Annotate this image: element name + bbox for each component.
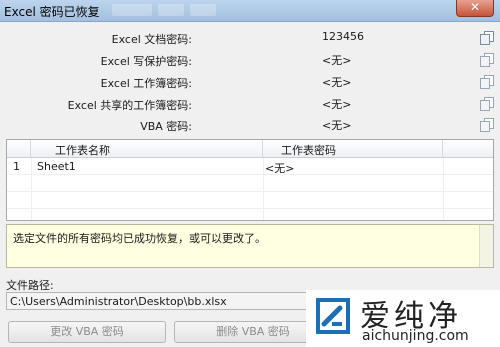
file-path-label: 文件路径:: [6, 279, 54, 292]
aichunjing-logo-icon: [310, 294, 354, 338]
column-header-sheet-password[interactable]: 工作表密码: [263, 140, 443, 158]
column-header-label: 工作表密码: [281, 144, 336, 157]
status-scrollbar: [479, 225, 493, 267]
copy-icon[interactable]: [480, 75, 494, 89]
window-title: Excel 密码已恢复: [4, 5, 100, 19]
pw-value: <无>: [322, 119, 352, 132]
table-row[interactable]: 1 Sheet1 <无>: [7, 159, 493, 175]
watermark-url: aichunjing.com: [362, 328, 469, 344]
close-button[interactable]: ✕: [456, 0, 494, 17]
sheet-name-cell: Sheet1: [37, 160, 76, 173]
background-tab-ghost: [158, 4, 184, 16]
table-row-empty: [7, 193, 493, 209]
copy-icon[interactable]: [480, 31, 494, 45]
title-bar: Excel 密码已恢复 ✕: [0, 0, 500, 22]
pw-label: Excel 共享的工作簿密码:: [67, 99, 192, 112]
row-number: 1: [13, 160, 20, 173]
pw-value: 123456: [322, 30, 364, 43]
status-message-box: 选定文件的所有密码均已成功恢复，或可以更改了。: [6, 224, 494, 268]
file-path-value: C:\Users\Administrator\Desktop\bb.xlsx: [10, 295, 227, 308]
sheet-password-cell: <无>: [265, 162, 295, 175]
pw-value: <无>: [322, 98, 352, 111]
column-header-sheet-name[interactable]: 工作表名称: [31, 140, 263, 158]
copy-icon[interactable]: [480, 97, 494, 111]
pw-value: <无>: [322, 76, 352, 89]
copy-icon[interactable]: [480, 53, 494, 67]
background-tab-ghost: [190, 4, 216, 16]
copy-icon[interactable]: [480, 118, 494, 132]
table-header-corner: [7, 140, 31, 158]
pw-value: <无>: [322, 54, 352, 67]
pw-row-workbook: Excel 工作簿密码: <无>: [0, 72, 500, 92]
table-row-empty: [7, 176, 493, 192]
column-header-label: 工作表名称: [55, 144, 110, 157]
pw-row-document: Excel 文档密码: 123456: [0, 28, 500, 48]
change-vba-password-button[interactable]: 更改 VBA 密码: [8, 321, 166, 343]
worksheet-table: 工作表名称 工作表密码 1 Sheet1 <无>: [6, 139, 494, 221]
pw-row-vba: VBA 密码: <无>: [0, 115, 500, 135]
pw-label: Excel 工作簿密码:: [100, 77, 192, 90]
background-tab-ghost: [112, 4, 152, 16]
pw-label: Excel 文档密码:: [111, 33, 192, 46]
table-header: 工作表名称 工作表密码: [7, 140, 493, 158]
status-message: 选定文件的所有密码均已成功恢复，或可以更改了。: [13, 232, 266, 245]
watermark: 爱纯净 aichunjing.com: [306, 290, 500, 347]
pw-label: VBA 密码:: [140, 120, 192, 133]
pw-row-shared-workbook: Excel 共享的工作簿密码: <无>: [0, 94, 500, 114]
pw-row-write-protect: Excel 写保护密码: <无>: [0, 50, 500, 70]
pw-label: Excel 写保护密码:: [100, 55, 192, 68]
